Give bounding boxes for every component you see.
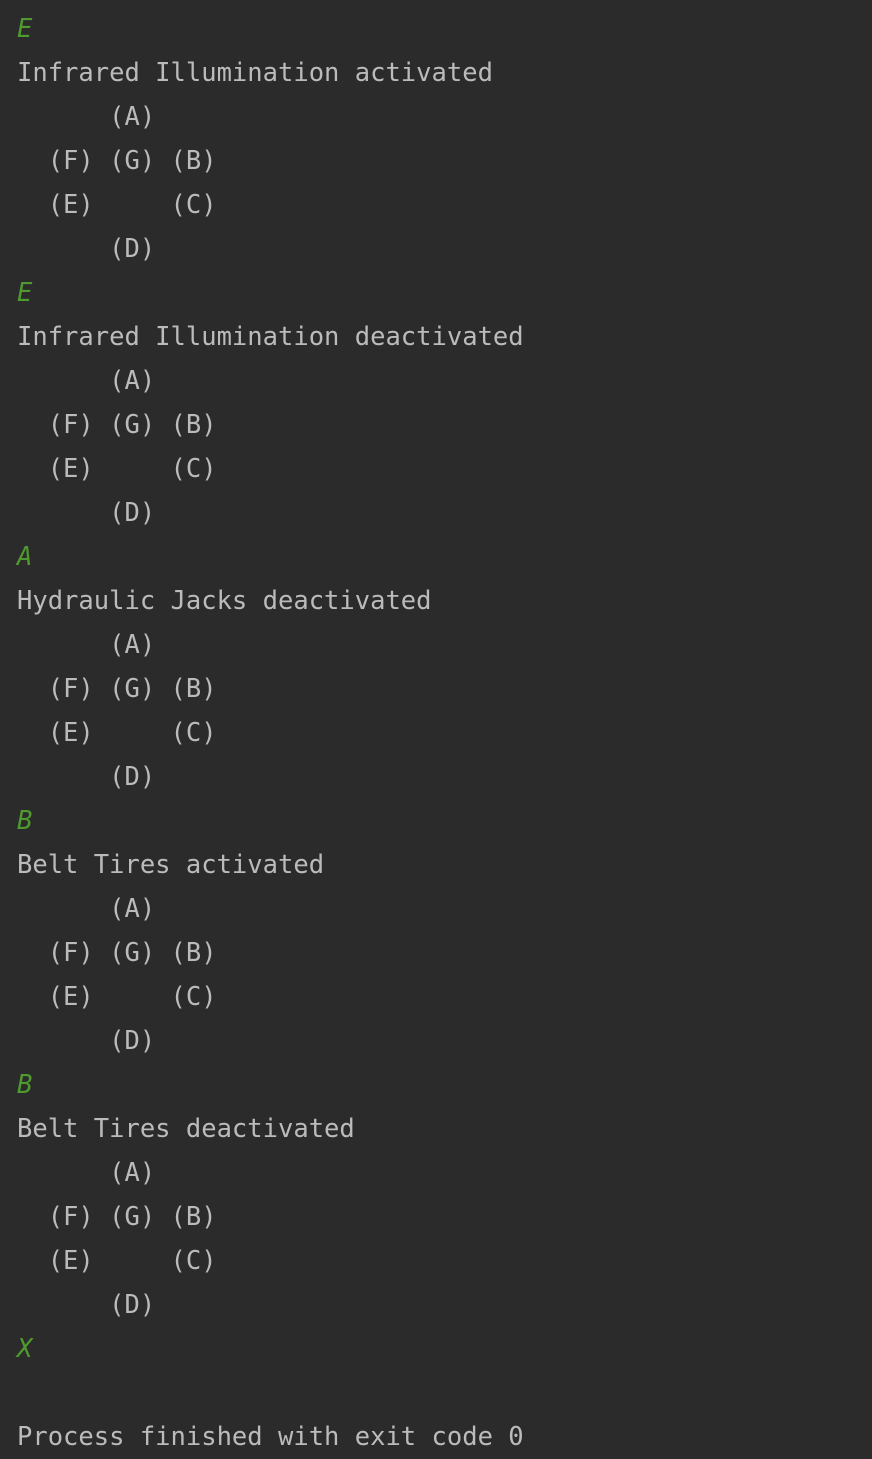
grid-row-top: (A): [17, 1158, 156, 1188]
grid-row-bottom: (D): [17, 498, 156, 528]
grid-row-bottom: (D): [17, 1026, 156, 1056]
grid-row-top: (A): [17, 630, 156, 660]
grid-row-upper: (F) (G) (B): [17, 674, 217, 704]
grid-row-bottom: (D): [17, 234, 156, 264]
grid-row-top: (A): [17, 894, 156, 924]
user-input-line: E: [17, 14, 33, 44]
grid-row-top: (A): [17, 102, 156, 132]
user-input-line: X: [17, 1334, 33, 1364]
status-message: Infrared Illumination activated: [17, 58, 493, 88]
grid-row-upper: (F) (G) (B): [17, 146, 217, 176]
user-input-line: B: [17, 1070, 33, 1100]
run-console-output: E Infrared Illumination activated (A) (F…: [17, 7, 872, 1459]
user-input-line: A: [17, 542, 33, 572]
grid-row-bottom: (D): [17, 1290, 156, 1320]
grid-row-upper: (F) (G) (B): [17, 410, 217, 440]
grid-row-lower: (E) (C): [17, 454, 217, 484]
user-input-line: B: [17, 806, 33, 836]
grid-row-top: (A): [17, 366, 156, 396]
grid-row-upper: (F) (G) (B): [17, 1202, 217, 1232]
grid-row-bottom: (D): [17, 762, 156, 792]
process-exit-message: Process finished with exit code 0: [17, 1422, 524, 1452]
grid-row-lower: (E) (C): [17, 982, 217, 1012]
grid-row-lower: (E) (C): [17, 718, 217, 748]
grid-row-lower: (E) (C): [17, 190, 217, 220]
status-message: Belt Tires deactivated: [17, 1114, 355, 1144]
status-message: Infrared Illumination deactivated: [17, 322, 524, 352]
status-message: Hydraulic Jacks deactivated: [17, 586, 432, 616]
user-input-line: E: [17, 278, 33, 308]
status-message: Belt Tires activated: [17, 850, 325, 880]
grid-row-upper: (F) (G) (B): [17, 938, 217, 968]
grid-row-lower: (E) (C): [17, 1246, 217, 1276]
